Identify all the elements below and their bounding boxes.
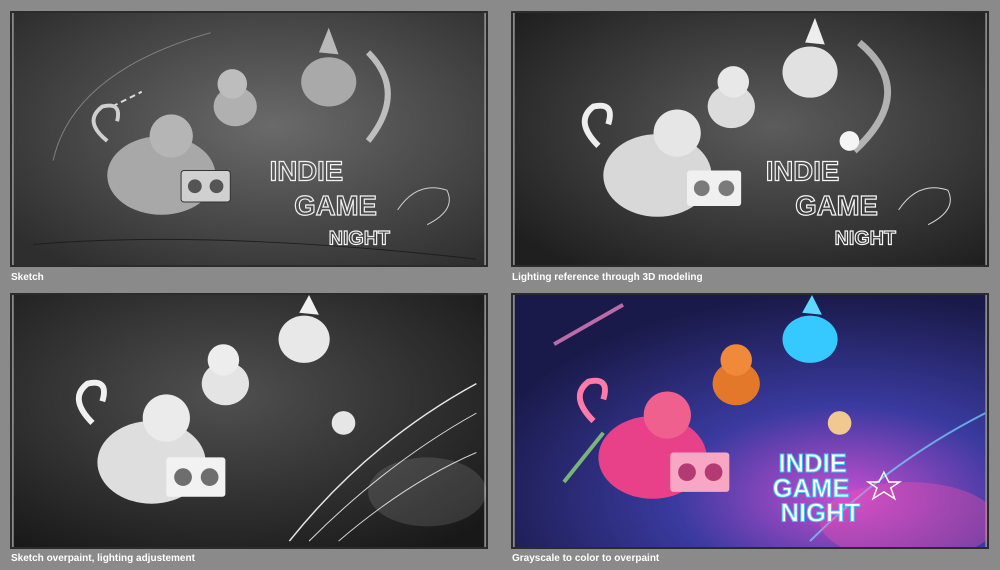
title-line-indie: INDIE <box>270 155 343 186</box>
final-color-panel: INDIE GAME NIGHT <box>511 293 989 549</box>
title-line-night: NIGHT <box>835 227 896 249</box>
overpaint-illustration <box>13 295 486 547</box>
boombox <box>670 452 730 492</box>
boombox <box>687 170 742 206</box>
lighting-reference-illustration: INDIE GAME NIGHT <box>514 13 986 265</box>
caption-lighting-reference: Lighting reference through 3D modeling <box>512 272 703 283</box>
sketch-panel: INDIE GAME NIGHT <box>10 11 488 267</box>
title-line-game: GAME <box>795 190 878 221</box>
overpaint-panel <box>10 293 488 549</box>
lighting-reference-panel: INDIE GAME NIGHT <box>511 11 989 267</box>
sketch-illustration: INDIE GAME NIGHT <box>13 13 485 265</box>
caption-final-color: Grayscale to color to overpaint <box>512 553 660 564</box>
final-color-illustration: INDIE GAME NIGHT <box>514 295 987 547</box>
title-line-night: NIGHT <box>781 499 861 527</box>
caption-sketch: Sketch <box>11 272 44 283</box>
boombox <box>166 457 226 497</box>
title-line-game: GAME <box>294 190 377 221</box>
caption-overpaint: Sketch overpaint, lighting adjustement <box>11 553 195 564</box>
title-line-indie: INDIE <box>766 155 839 186</box>
boombox <box>180 170 231 203</box>
